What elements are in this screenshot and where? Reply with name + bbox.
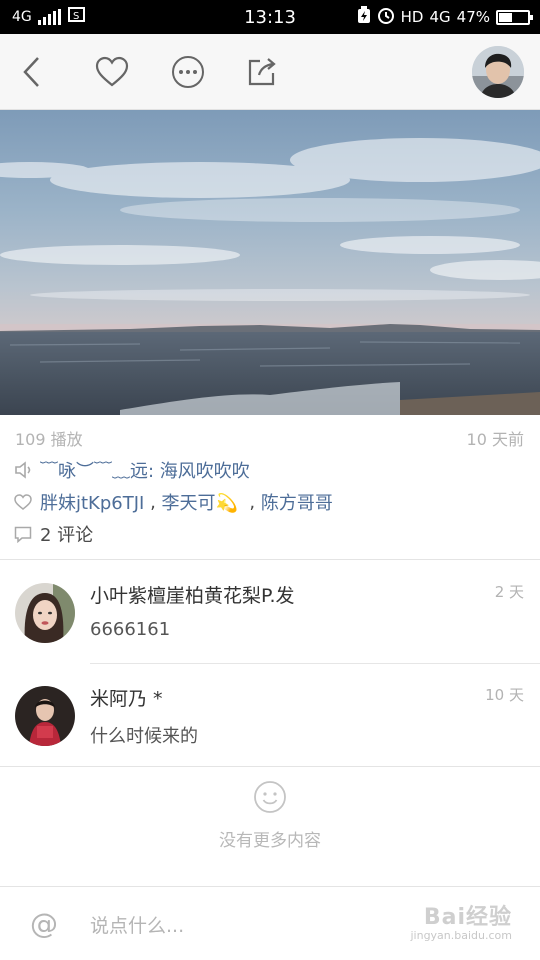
comment-count-row[interactable]: 2 评论 bbox=[14, 521, 93, 547]
watermark: Bai经验 jingyan.baidu.com bbox=[410, 899, 512, 942]
post-meta: 109 播放 10 天前 ﹋咏︶﹋﹏远: 海风吹吹吹 胖妹jtKp6TJI , … bbox=[0, 418, 540, 560]
no-more-content-text: 没有更多内容 bbox=[219, 831, 321, 851]
mention-icon[interactable]: @ bbox=[30, 907, 58, 940]
alarm-icon bbox=[377, 6, 395, 28]
liker-2[interactable]: 李天可💫 bbox=[162, 489, 238, 515]
comment-time: 10 天 bbox=[485, 686, 524, 704]
comment-text: 什么时候来的 bbox=[90, 726, 198, 747]
liker-3[interactable]: 陈方哥哥 bbox=[261, 489, 333, 515]
heart-icon bbox=[95, 56, 129, 87]
clock: 13:13 bbox=[244, 6, 296, 28]
battery-percent: 47% bbox=[456, 8, 490, 26]
smiley-icon bbox=[254, 781, 286, 813]
post-photo[interactable] bbox=[0, 110, 540, 415]
heart-small-icon bbox=[14, 494, 40, 510]
battery-icon bbox=[496, 9, 533, 25]
network-type-2: 4G bbox=[429, 8, 451, 26]
commenter-name[interactable]: 小叶紫檀崖柏黄花梨P.发 bbox=[90, 581, 295, 608]
comment-count: 2 评论 bbox=[40, 525, 94, 546]
likes-separator: , bbox=[144, 491, 162, 513]
status-bar: 4G S 13:13 HD 4G 47% bbox=[0, 0, 540, 34]
no-more-content: 没有更多内容 bbox=[0, 780, 540, 851]
comment-item[interactable]: 米阿乃 * 什么时候来的 10 天 bbox=[0, 664, 540, 767]
battery-saver-icon bbox=[357, 6, 371, 28]
post-time: 10 天前 bbox=[466, 430, 524, 449]
comment-icon bbox=[14, 526, 40, 543]
back-button[interactable] bbox=[10, 50, 54, 94]
speaker-icon bbox=[14, 460, 40, 480]
comment-item[interactable]: 小叶紫檀崖柏黄花梨P.发 6666161 2 天 bbox=[0, 561, 540, 664]
author-avatar[interactable] bbox=[472, 46, 524, 98]
share-button[interactable] bbox=[240, 50, 284, 94]
play-count: 109 播放 bbox=[15, 430, 83, 449]
comment-input[interactable]: 说点什么... bbox=[90, 911, 184, 938]
comment-time: 2 天 bbox=[494, 583, 524, 601]
chevron-left-icon bbox=[23, 57, 39, 87]
divider bbox=[0, 766, 540, 767]
share-icon bbox=[248, 58, 276, 86]
likes-separator: , bbox=[237, 491, 261, 513]
liker-1[interactable]: 胖妹jtKp6TJI bbox=[40, 489, 144, 515]
top-navigation bbox=[0, 34, 540, 110]
like-button[interactable] bbox=[90, 50, 134, 94]
more-button[interactable] bbox=[166, 50, 210, 94]
watermark-url: jingyan.baidu.com bbox=[410, 929, 512, 942]
likes-row: 胖妹jtKp6TJI , 李天可💫 , 陈方哥哥 bbox=[14, 489, 333, 515]
commenter-name[interactable]: 米阿乃 * bbox=[90, 684, 163, 711]
comment-input-bar: @ 说点什么... Bai经验 jingyan.baidu.com bbox=[0, 886, 540, 960]
comment-text: 6666161 bbox=[90, 619, 171, 640]
hd-label: HD bbox=[400, 8, 424, 26]
commenter-avatar[interactable] bbox=[15, 686, 75, 746]
audio-title[interactable]: ﹋咏︶﹋﹏远: 海风吹吹吹 bbox=[40, 457, 250, 483]
watermark-text: Bai经验 bbox=[423, 905, 512, 930]
commenter-avatar[interactable] bbox=[15, 583, 75, 643]
more-icon bbox=[172, 56, 204, 88]
audio-row[interactable]: ﹋咏︶﹋﹏远: 海风吹吹吹 bbox=[14, 457, 250, 483]
